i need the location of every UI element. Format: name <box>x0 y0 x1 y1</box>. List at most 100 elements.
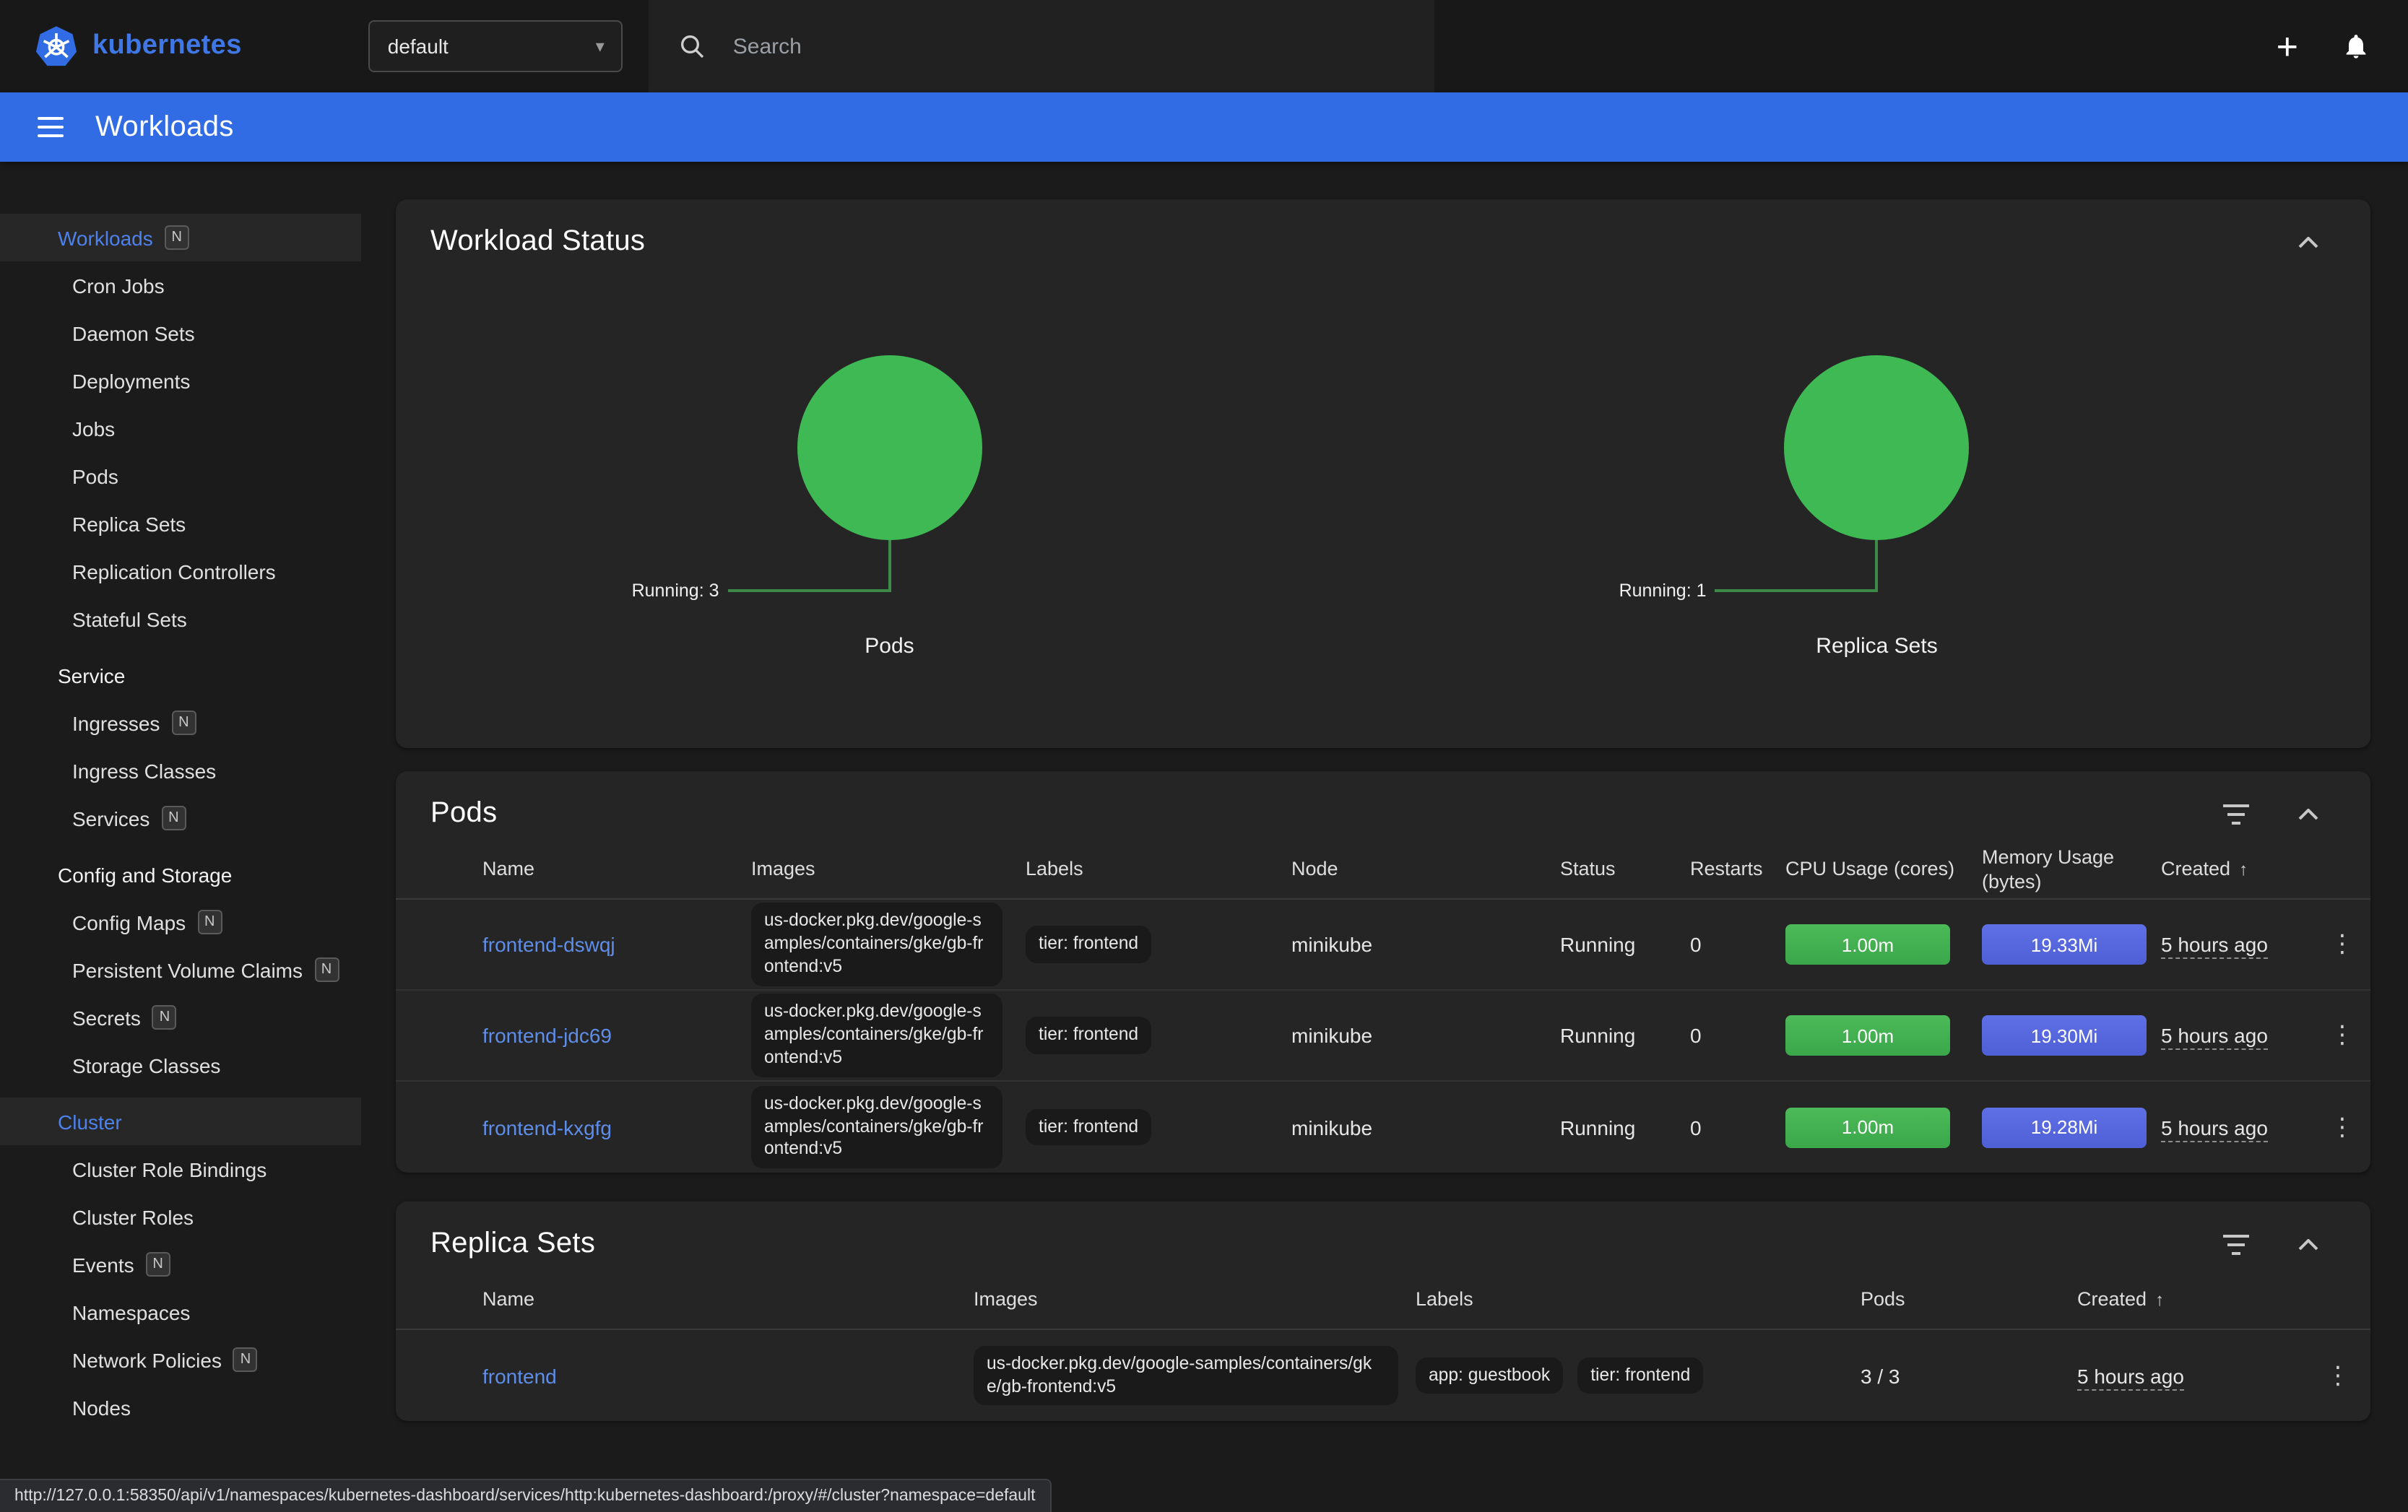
main-content: Workload Status Running: 3 Pods <box>361 162 2408 1512</box>
search-icon <box>678 32 707 61</box>
replica-sets-card: Replica Sets Name Images Labels <box>396 1202 2370 1421</box>
chart-name: Pods <box>396 634 1383 659</box>
link-preview-statusbar: http://127.0.0.1:58350/api/v1/namespaces… <box>0 1479 1052 1512</box>
workload-status-charts: Running: 3 Pods Running: 1 Replica Sets <box>396 276 2370 709</box>
column-header-created[interactable]: Created↑ <box>2060 1288 2305 1313</box>
column-header-created[interactable]: Created↑ <box>2144 858 2314 882</box>
sidebar-item-ingresses[interactable]: Ingresses N <box>0 699 361 747</box>
sidebar-item-nodes[interactable]: Nodes <box>0 1383 361 1431</box>
collapse-chevron-up-icon[interactable] <box>2298 808 2318 820</box>
namespaced-badge: N <box>165 225 189 250</box>
pod-node: minikube <box>1274 933 1543 956</box>
row-menu-kebab-icon[interactable]: ⋮ <box>2321 1021 2363 1048</box>
brand-text: kubernetes <box>92 30 242 62</box>
pod-restarts: 0 <box>1673 1024 1768 1047</box>
replica-set-name-link[interactable]: frontend <box>482 1364 557 1387</box>
sidebar-nav: Workloads N Cron Jobs Daemon Sets Deploy… <box>0 162 361 1512</box>
sort-ascending-icon: ↑ <box>2239 859 2248 881</box>
pie-annotation-line <box>1715 589 1877 592</box>
notifications-bell-icon[interactable] <box>2342 32 2370 61</box>
topbar-actions: + <box>2277 27 2370 65</box>
pod-created: 5 hours ago <box>2161 1024 2268 1050</box>
namespace-select-value: default <box>388 35 449 58</box>
column-header-images: Images <box>734 858 1008 882</box>
sidebar-item-pods[interactable]: Pods <box>0 452 361 500</box>
sidebar-item-stateful-sets[interactable]: Stateful Sets <box>0 595 361 643</box>
pod-restarts: 0 <box>1673 933 1768 956</box>
sidebar-item-deployments[interactable]: Deployments <box>0 357 361 404</box>
sidebar-item-replication-controllers[interactable]: Replication Controllers <box>0 547 361 595</box>
pod-status: Running <box>1543 933 1673 956</box>
sidebar-item-persistent-volume-claims[interactable]: Persistent Volume Claims N <box>0 946 361 994</box>
image-chip: us-docker.pkg.dev/google-samples/contain… <box>751 1085 1002 1169</box>
sidebar-item-network-policies[interactable]: Network Policies N <box>0 1336 361 1383</box>
namespaced-badge: N <box>233 1347 258 1372</box>
sidebar-item-cron-jobs[interactable]: Cron Jobs <box>0 261 361 309</box>
namespaced-badge: N <box>146 1252 170 1277</box>
sidebar-item-ingress-classes[interactable]: Ingress Classes <box>0 747 361 794</box>
collapse-chevron-up-icon[interactable] <box>2298 1238 2318 1250</box>
row-menu-kebab-icon[interactable]: ⋮ <box>2321 930 2363 957</box>
pod-table-row: frontend-dswqj us-docker.pkg.dev/google-… <box>396 900 2370 991</box>
search-input[interactable] <box>733 34 1406 58</box>
label-chip: tier: frontend <box>1026 1017 1151 1054</box>
pie-annotation-label: Running: 3 <box>632 581 719 601</box>
column-header-cpu: CPU Usage (cores) <box>1768 858 1965 882</box>
kubernetes-logo-link[interactable]: kubernetes <box>35 25 242 68</box>
pod-created: 5 hours ago <box>2161 1116 2268 1142</box>
label-chip: tier: frontend <box>1577 1357 1703 1394</box>
app-bar: Workloads <box>0 92 2408 162</box>
chart-name: Replica Sets <box>1383 634 2370 659</box>
pod-table-row: frontend-kxgfg us-docker.pkg.dev/google-… <box>396 1082 2370 1173</box>
column-header-name[interactable]: Name <box>465 1288 956 1313</box>
column-header-restarts: Restarts <box>1673 858 1768 882</box>
workload-status-card: Workload Status Running: 3 Pods <box>396 199 2370 748</box>
pod-name-link[interactable]: frontend-jdc69 <box>482 1024 612 1047</box>
pie-annotation-line <box>888 540 891 592</box>
image-chip: us-docker.pkg.dev/google-samples/contain… <box>751 903 1002 986</box>
replica-sets-table-header: Name Images Labels Pods Created↑ <box>396 1272 2370 1330</box>
sidebar-item-daemon-sets[interactable]: Daemon Sets <box>0 309 361 357</box>
pod-node: minikube <box>1274 1024 1543 1047</box>
sidebar-item-workloads[interactable]: Workloads N <box>0 214 361 261</box>
replica-sets-card-title: Replica Sets <box>430 1228 595 1261</box>
sidebar-item-cluster-roles[interactable]: Cluster Roles <box>0 1193 361 1241</box>
page-title: Workloads <box>95 110 234 144</box>
pie-annotation-line <box>728 589 890 592</box>
sidebar-item-events[interactable]: Events N <box>0 1241 361 1288</box>
pods-pie-chart: Running: 3 Pods <box>396 276 1383 709</box>
sidebar-item-config-maps[interactable]: Config Maps N <box>0 898 361 946</box>
column-header-images: Images <box>956 1288 1398 1313</box>
label-chip: tier: frontend <box>1026 926 1151 963</box>
label-chip: tier: frontend <box>1026 1108 1151 1146</box>
sidebar-item-config-and-storage[interactable]: Config and Storage <box>0 851 361 898</box>
namespaced-badge: N <box>152 1005 177 1030</box>
sidebar-item-storage-classes[interactable]: Storage Classes <box>0 1041 361 1089</box>
pie-annotation-label: Running: 1 <box>1619 581 1707 601</box>
filter-icon[interactable] <box>2223 804 2249 824</box>
pods-table-header: Name Images Labels Node Status Restarts … <box>396 842 2370 900</box>
menu-hamburger-icon[interactable] <box>38 117 64 137</box>
column-header-pods: Pods <box>1843 1288 2060 1313</box>
create-resource-button[interactable]: + <box>2277 27 2298 65</box>
filter-icon[interactable] <box>2223 1234 2249 1254</box>
namespaced-badge: N <box>314 957 339 982</box>
sidebar-item-secrets[interactable]: Secrets N <box>0 994 361 1041</box>
sidebar-item-cluster-role-bindings[interactable]: Cluster Role Bindings <box>0 1145 361 1193</box>
kubernetes-dashboard: kubernetes default ▾ + Workloads <box>0 0 2408 1512</box>
pod-name-link[interactable]: frontend-kxgfg <box>482 1116 612 1139</box>
pie-running-icon <box>1785 355 1970 540</box>
row-menu-kebab-icon[interactable]: ⋮ <box>2321 1113 2363 1140</box>
sidebar-item-services[interactable]: Services N <box>0 794 361 842</box>
sidebar-item-replica-sets[interactable]: Replica Sets <box>0 500 361 547</box>
pod-name-link[interactable]: frontend-dswqj <box>482 933 615 956</box>
sidebar-item-jobs[interactable]: Jobs <box>0 404 361 452</box>
sidebar-item-service[interactable]: Service <box>0 651 361 699</box>
sidebar-item-namespaces[interactable]: Namespaces <box>0 1288 361 1336</box>
namespace-select[interactable]: default ▾ <box>369 20 623 72</box>
column-header-name[interactable]: Name <box>465 858 734 882</box>
row-menu-kebab-icon[interactable]: ⋮ <box>2317 1361 2359 1389</box>
sidebar-item-cluster[interactable]: Cluster <box>0 1098 361 1145</box>
collapse-chevron-up-icon[interactable] <box>2298 236 2318 248</box>
kubernetes-logo-icon <box>35 25 78 68</box>
